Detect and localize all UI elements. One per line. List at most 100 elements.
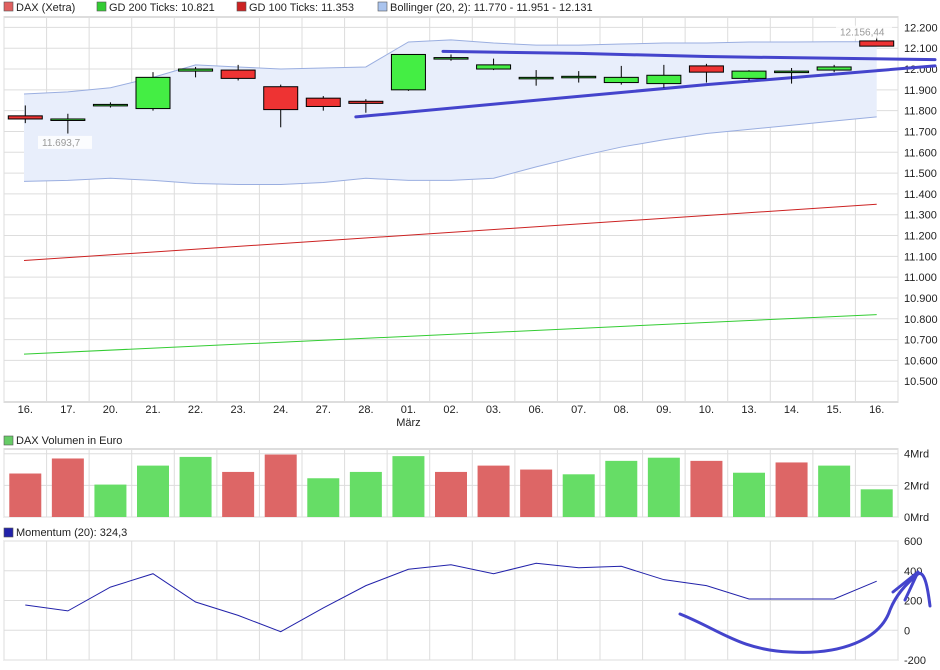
price-tick-label: 11.300 <box>904 210 937 222</box>
month-label: März <box>396 417 420 429</box>
candle-body <box>263 86 299 111</box>
volume-bar <box>137 465 169 517</box>
momentum-panel: Momentum (20): 324,36004002000-200 <box>3 527 932 667</box>
volume-tick-label: 2Mrd <box>904 480 929 492</box>
legend-swatch <box>236 1 247 12</box>
momentum-tick-label: -200 <box>904 655 926 667</box>
x-tick-label: 10. <box>699 404 714 416</box>
momentum-label: Momentum (20): 324,3 <box>16 527 127 539</box>
candle-body <box>178 68 214 72</box>
candle-body <box>50 118 86 121</box>
x-tick-label: 02. <box>443 404 458 416</box>
volume-bar <box>179 456 212 517</box>
x-tick-label: 15. <box>826 404 841 416</box>
price-panel: 12.20012.10012.00011.90011.80011.70011.6… <box>3 16 938 429</box>
volume-bar <box>562 474 595 517</box>
price-tick-label: 11.500 <box>904 168 937 180</box>
volume-bar <box>775 462 808 517</box>
candle-body <box>646 74 682 85</box>
x-tick-label: 06. <box>528 404 543 416</box>
legend-swatch <box>377 1 388 12</box>
volume-bar <box>51 458 84 517</box>
volume-bar <box>9 473 42 517</box>
candle-body <box>731 70 767 79</box>
candle-body <box>774 70 810 74</box>
volume-bar <box>222 471 255 517</box>
price-tick-label: 10.900 <box>904 293 938 305</box>
volume-legend-swatch <box>3 435 14 446</box>
candle-body <box>688 65 724 73</box>
volume-bar <box>690 460 723 517</box>
volume-bar <box>435 471 467 517</box>
price-tick-label: 10.600 <box>904 355 938 367</box>
price-tick-label: 11.000 <box>904 272 937 284</box>
price-tick-label: 11.800 <box>904 106 937 118</box>
volume-bar <box>520 469 553 517</box>
x-tick-label: 01. <box>401 404 416 416</box>
price-tick-label: 11.200 <box>904 231 937 243</box>
volume-bar <box>818 465 851 517</box>
volume-bar <box>733 472 765 517</box>
candle-body <box>518 76 554 80</box>
legend-label: GD 100 Ticks: 11.353 <box>249 2 354 14</box>
x-tick-label: 07. <box>571 404 586 416</box>
price-tick-label: 11.700 <box>904 126 937 138</box>
volume-label: DAX Volumen in Euro <box>16 435 122 447</box>
volume-bar <box>307 478 340 517</box>
volume-bar <box>647 457 680 517</box>
low-label: 11.693,7 <box>42 138 81 149</box>
price-tick-label: 10.500 <box>904 376 938 388</box>
x-tick-label: 17. <box>60 404 75 416</box>
price-tick-label: 11.900 <box>904 85 937 97</box>
candle-body <box>603 76 639 84</box>
x-tick-label: 13. <box>741 404 756 416</box>
high-label: 12.156,44 <box>840 28 885 39</box>
volume-bar <box>605 460 638 517</box>
x-tick-label: 03. <box>486 404 501 416</box>
price-tick-label: 12.200 <box>904 22 938 34</box>
volume-bar <box>477 465 510 517</box>
price-tick-label: 11.400 <box>904 189 937 201</box>
x-tick-label: 09. <box>656 404 671 416</box>
volume-bar <box>349 471 382 517</box>
x-tick-label: 23. <box>230 404 245 416</box>
legend-label: GD 200 Ticks: 10.821 <box>109 2 215 14</box>
volume-bar <box>94 484 127 517</box>
price-tick-label: 10.700 <box>904 335 938 347</box>
candle-body <box>7 115 43 120</box>
candle-body <box>305 97 341 107</box>
volume-panel: DAX Volumen in Euro 4Mrd 2Mrd 0Mrd <box>3 435 929 524</box>
x-tick-label: 20. <box>103 404 118 416</box>
candle-body <box>135 76 171 110</box>
x-tick-label: 16. <box>18 404 33 416</box>
price-tick-label: 11.100 <box>904 251 937 263</box>
volume-bar <box>264 454 297 517</box>
volume-bar <box>392 456 425 517</box>
momentum-tick-label: 600 <box>904 536 922 548</box>
candle-body <box>433 57 469 60</box>
candle-body <box>92 103 128 107</box>
candle-body <box>561 75 597 79</box>
x-tick-label: 28. <box>358 404 373 416</box>
x-tick-label: 14. <box>784 404 799 416</box>
stock-chart: DAX (Xetra) GD 200 Ticks: 10.821 GD 100 Ti… <box>3 1 938 667</box>
candle-body <box>390 53 426 91</box>
price-tick-label: 11.600 <box>904 147 937 159</box>
candle-body <box>816 66 852 71</box>
price-tick-label: 10.800 <box>904 314 938 326</box>
x-tick-label: 08. <box>614 404 629 416</box>
x-tick-label: 24. <box>273 404 288 416</box>
legend-label: DAX (Xetra) <box>16 2 75 14</box>
volume-tick-label: 4Mrd <box>904 449 929 461</box>
volume-tick-label: 0Mrd <box>904 512 929 524</box>
candle-body <box>476 64 512 70</box>
momentum-legend-swatch <box>3 527 14 538</box>
price-tick-label: 12.100 <box>904 43 938 55</box>
candle-body <box>348 100 384 104</box>
volume-bar <box>860 489 893 517</box>
legend: DAX (Xetra) GD 200 Ticks: 10.821 GD 100 Ti… <box>3 1 593 14</box>
candle-body <box>859 40 895 47</box>
x-tick-label: 27. <box>316 404 331 416</box>
legend-swatch <box>96 1 107 12</box>
momentum-tick-label: 0 <box>904 625 910 637</box>
